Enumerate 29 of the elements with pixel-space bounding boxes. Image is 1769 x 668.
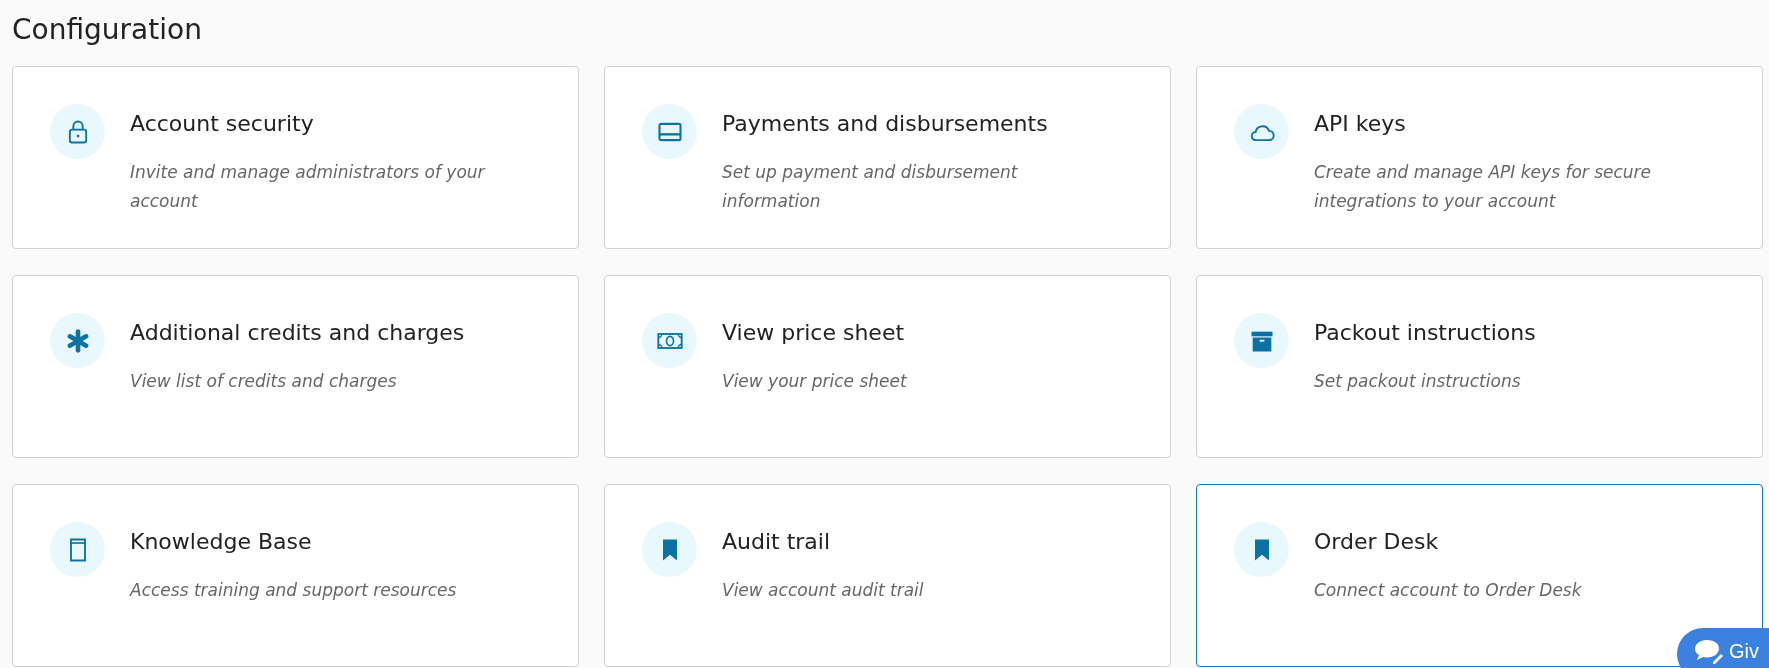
card-description: Access training and support resources [130, 579, 457, 603]
settings-card[interactable]: Packout instructions Set packout instructions [1196, 275, 1763, 459]
card-description: Create and manage API keys for secure integrations to your account [1314, 161, 1653, 214]
card-title: Payments and disbursements [722, 110, 1049, 139]
card-description: Set up payment and disbursement information [722, 161, 1019, 214]
speech-bubble-pencil-icon [1693, 638, 1723, 664]
card-title: Audit trail [722, 528, 832, 557]
card-title: Knowledge Base [130, 528, 313, 557]
card-description: Connect account to Order Desk [1314, 579, 1582, 603]
settings-card[interactable]: Audit trail View account audit trail [604, 484, 1171, 668]
settings-card[interactable]: Payments and disbursements Set up payment and disbursement information [604, 66, 1171, 250]
settings-card[interactable]: View price sheet View your price sheet [604, 275, 1171, 459]
settings-card[interactable]: Knowledge Base Access training and support resources [12, 484, 579, 668]
feedback-button[interactable]: Giv [1677, 628, 1769, 668]
card-title: Packout instructions [1314, 319, 1536, 348]
settings-card[interactable]: API keys Create and manage API keys for secure integrations to your account [1196, 66, 1763, 250]
card-title: View price sheet [722, 319, 906, 348]
card-title: Order Desk [1314, 528, 1440, 557]
page-title: Configuration [12, 12, 203, 48]
card-title: Account security [130, 110, 315, 139]
settings-card[interactable]: Additional credits and charges View list of credits and charges [12, 275, 579, 459]
card-title: API keys [1314, 110, 1407, 139]
card-description: Invite and manage administrators of your account [130, 161, 487, 214]
settings-card[interactable]: Account security Invite and manage administrators of your account [12, 66, 579, 250]
card-description: Set packout instructions [1314, 370, 1522, 394]
card-description: View account audit trail [722, 579, 924, 603]
card-title: Additional credits and charges [130, 319, 465, 348]
card-description: View list of credits and charges [130, 370, 398, 394]
card-description: View your price sheet [722, 370, 907, 394]
